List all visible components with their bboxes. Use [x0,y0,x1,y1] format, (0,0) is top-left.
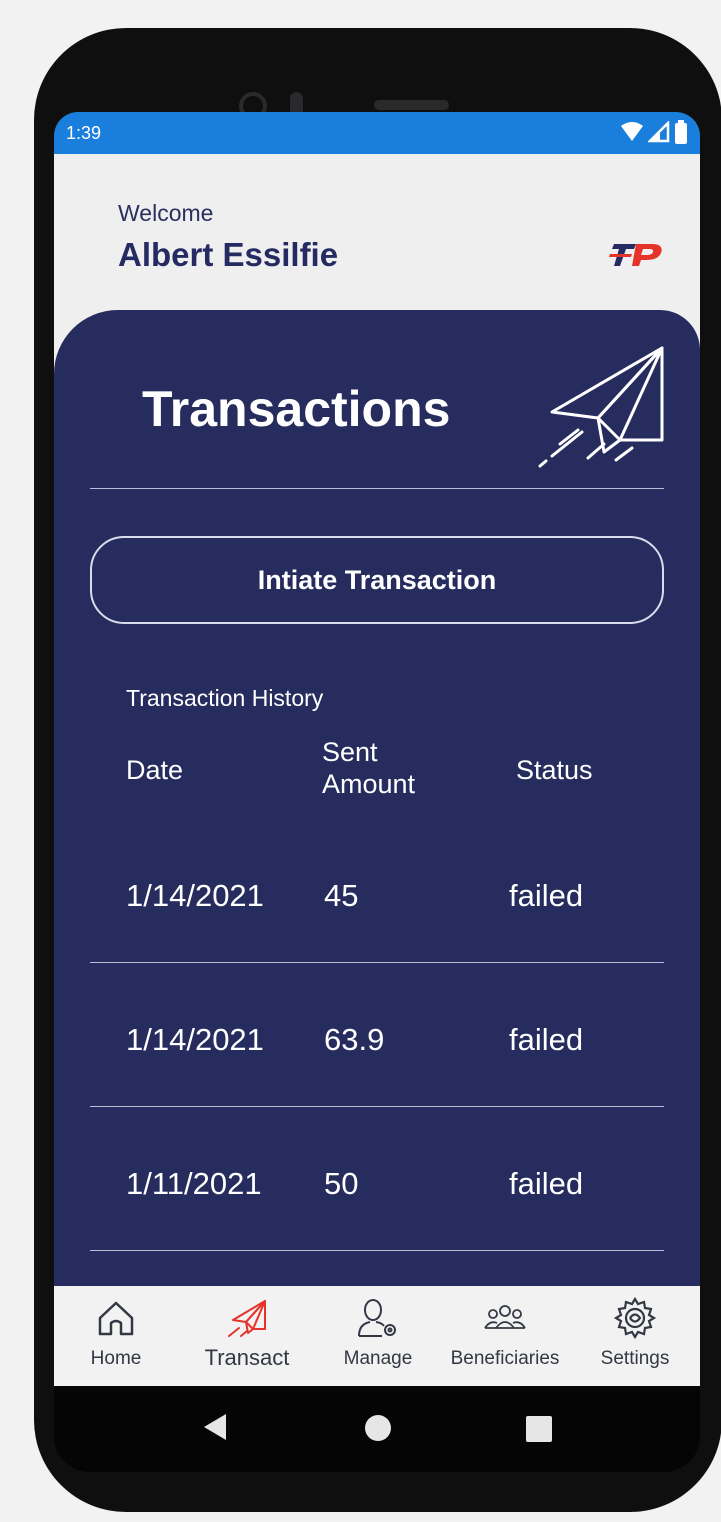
gear-icon [613,1296,657,1340]
row-amount: 63.9 [324,1022,385,1057]
transaction-history-label: Transaction History [126,685,324,711]
system-navigation-bar [54,1386,700,1472]
row-date: 1/14/2021 [126,878,264,913]
status-time: 1:39 [66,123,102,143]
row-status: failed [509,1166,584,1201]
brand-logo [609,244,662,266]
nav-label-beneficiaries: Beneficiaries [450,1348,560,1369]
column-header-amount-line1: Sent [322,737,378,767]
nav-item-settings[interactable]: Settings [590,1286,680,1386]
paper-plane-icon [225,1296,269,1340]
paper-plane-icon [538,346,664,468]
nav-item-manage[interactable]: Manage [330,1286,426,1386]
transactions-panel: Transactions Intiate Transaction Transac… [54,310,700,1410]
row-date: 1/11/2021 [126,1166,262,1201]
row-divider [90,962,664,963]
column-header-amount: Sent Amount [322,736,415,800]
recents-icon[interactable] [526,1416,552,1442]
row-amount: 50 [324,1166,359,1201]
page-title: Transactions [142,381,451,437]
nav-label-home: Home [90,1348,142,1369]
battery-icon [675,120,687,144]
row-divider [90,1106,664,1107]
user-name: Albert Essilfie [118,236,339,273]
status-bar: 1:39 [54,112,700,154]
home-circle-icon[interactable] [364,1414,392,1442]
row-status: failed [509,1022,584,1057]
back-icon[interactable] [202,1412,228,1442]
signal-icon [648,121,670,143]
speaker-grille [374,100,449,110]
row-date: 1/14/2021 [126,1022,264,1057]
nav-label-settings: Settings [600,1348,670,1369]
welcome-label: Welcome [118,200,214,226]
column-header-status: Status [516,755,593,785]
phone-screen: 1:39 Welcome Albert Essilfie Transaction… [54,112,700,1472]
wifi-icon [621,122,643,141]
nav-label-transact: Transact [204,1345,290,1370]
row-amount: 45 [324,878,359,913]
status-icons [620,120,688,144]
app-content: Welcome Albert Essilfie Transactions Int… [54,154,700,1410]
divider [90,488,664,489]
column-header-amount-line2: Amount [322,769,416,799]
home-icon [96,1296,136,1340]
nav-item-beneficiaries[interactable]: Beneficiaries [442,1286,568,1386]
user-gear-icon [356,1296,400,1340]
nav-label-manage: Manage [343,1348,413,1369]
row-status: failed [509,878,584,913]
group-icon [482,1296,528,1340]
nav-item-transact[interactable]: Transact [192,1286,302,1386]
nav-item-home[interactable]: Home [76,1286,156,1386]
bottom-nav: Home Transact Manage Beneficiaries Setti… [54,1286,700,1386]
column-header-date: Date [126,755,184,785]
row-divider [90,1250,664,1251]
initiate-transaction-button[interactable]: Intiate Transaction [90,536,664,624]
